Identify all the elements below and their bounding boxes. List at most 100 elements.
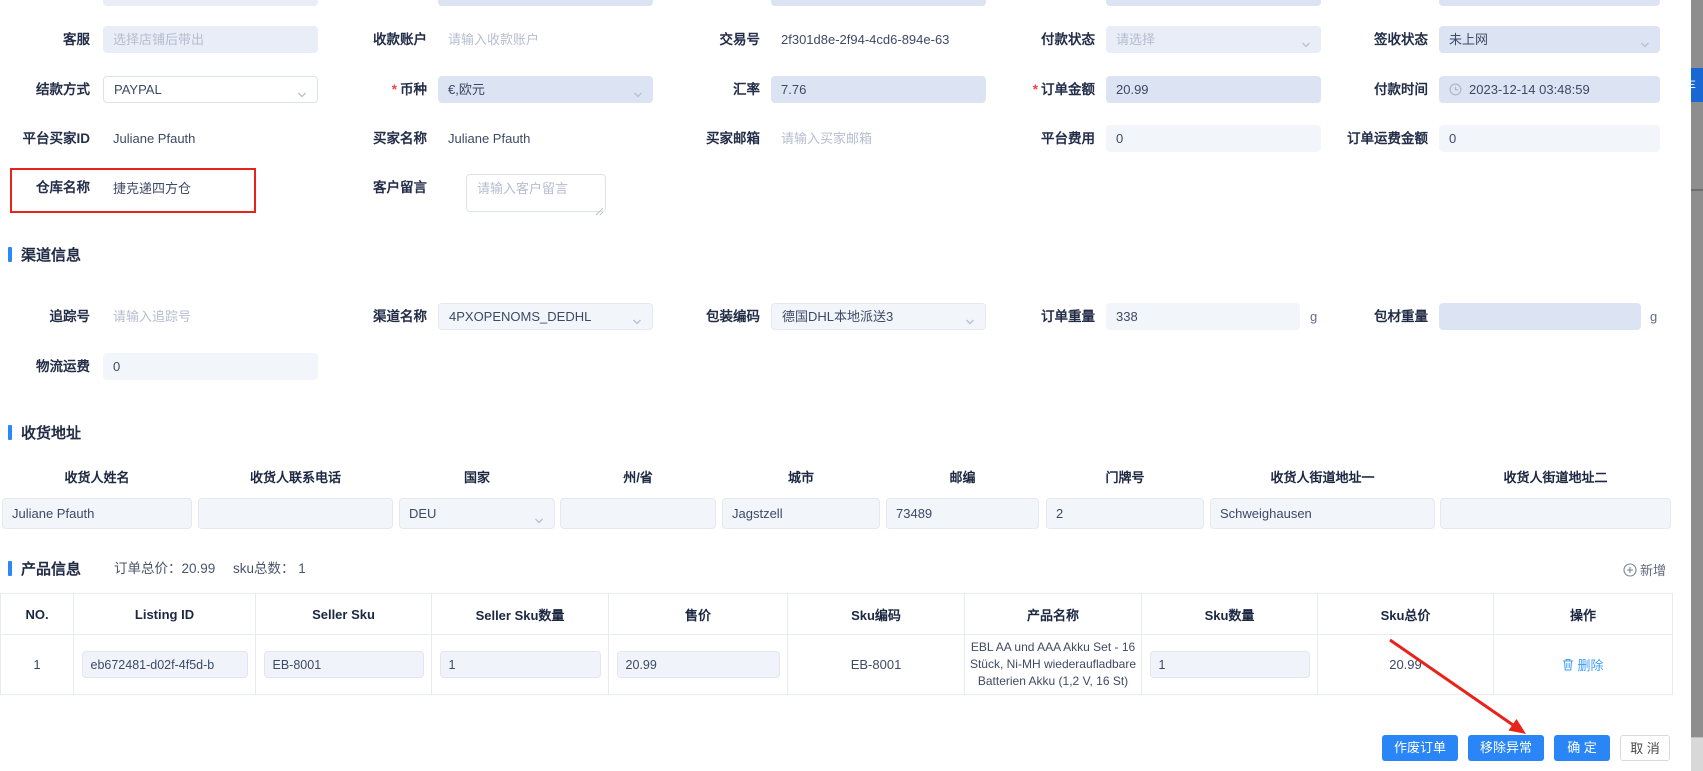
label-settlement-method: 结款方式 xyxy=(36,82,90,97)
addr-street1-input[interactable] xyxy=(1210,498,1435,529)
remove-exception-button[interactable]: 移除异常 xyxy=(1468,735,1544,761)
platform-buyer-id-input[interactable] xyxy=(103,125,318,152)
addr-name-input[interactable] xyxy=(2,498,192,529)
warehouse-name-input[interactable] xyxy=(103,174,318,201)
currency-select: €,欧元 xyxy=(438,76,653,103)
section-title: 收货地址 xyxy=(21,424,82,442)
cutoff-field-5 xyxy=(1439,0,1660,6)
addr-country-select[interactable]: DEU xyxy=(399,498,555,529)
addr-phone-input[interactable] xyxy=(198,498,393,529)
label-customer-service: 客服 xyxy=(63,32,90,47)
col-header-listing-id: Listing ID xyxy=(73,593,256,635)
addr-header-city: 城市 xyxy=(787,470,814,485)
addr-state-input[interactable] xyxy=(560,498,716,529)
sku-qty-input[interactable] xyxy=(1149,651,1310,678)
col-header-seller-sku: Seller Sku xyxy=(255,593,432,635)
confirm-button[interactable]: 确 定 xyxy=(1554,735,1610,761)
settlement-method-value: PAYPAL xyxy=(114,82,162,97)
section-title: 产品信息 xyxy=(21,560,82,578)
section-bar xyxy=(8,246,12,262)
cancel-button[interactable]: 取 消 xyxy=(1620,735,1670,761)
cutoff-field-2 xyxy=(438,0,653,6)
cell-actions: 删除 xyxy=(1493,634,1673,695)
section-shipping-address: 收货地址 xyxy=(8,424,82,442)
label-currency: * 币种 xyxy=(391,82,427,97)
chevron-down-icon xyxy=(533,508,545,537)
buyer-name-input[interactable] xyxy=(438,125,653,152)
plus-circle-icon xyxy=(1623,562,1637,577)
cell-price xyxy=(608,634,788,695)
label-order-amount: * 订单金额 xyxy=(1032,82,1095,97)
packing-weight-input xyxy=(1439,303,1641,330)
tracking-no-input[interactable] xyxy=(103,303,318,330)
addr-header-zip: 邮编 xyxy=(949,470,976,485)
seller-sku-input[interactable] xyxy=(263,651,424,678)
settlement-method-select[interactable]: PAYPAL xyxy=(103,76,318,103)
customer-message-textarea[interactable] xyxy=(466,174,606,212)
cell-sku-code: EB-8001 xyxy=(787,634,965,695)
addr-city-input[interactable] xyxy=(722,498,880,529)
col-header-sku-code: Sku编码 xyxy=(787,593,965,635)
col-header-product-name: 产品名称 xyxy=(964,593,1142,635)
clock-icon xyxy=(1449,83,1462,96)
resize-grip-icon[interactable] xyxy=(595,203,604,221)
label-channel-name: 渠道名称 xyxy=(373,309,427,324)
payment-status-placeholder: 请选择 xyxy=(1116,32,1156,47)
payment-time-value: 2023-12-14 03:48:59 xyxy=(1469,82,1590,97)
addr-header-state: 州/省 xyxy=(623,470,653,485)
label-payment-time: 付款时间 xyxy=(1374,82,1428,97)
cutoff-field-1 xyxy=(103,0,318,6)
delete-row-button[interactable]: 删除 xyxy=(1562,655,1604,674)
label-payment-status: 付款状态 xyxy=(1041,32,1095,47)
label-transaction-no: 交易号 xyxy=(719,32,761,47)
col-header-sku-total: Sku总价 xyxy=(1317,593,1494,635)
col-header-price: 售价 xyxy=(608,593,788,635)
col-header-no: NO. xyxy=(0,593,74,635)
logistics-fee-input[interactable] xyxy=(103,353,318,380)
label-packaging-code: 包装编码 xyxy=(706,309,760,324)
addr-country-value: DEU xyxy=(409,506,437,521)
chevron-down-icon xyxy=(1639,34,1651,59)
payment-time-picker: 2023-12-14 03:48:59 xyxy=(1439,76,1660,103)
order-weight-input[interactable] xyxy=(1106,303,1300,330)
label-buyer-email: 买家邮箱 xyxy=(706,131,760,146)
label-platform-fee: 平台费用 xyxy=(1041,131,1095,146)
label-exchange-rate: 汇率 xyxy=(733,82,760,97)
trash-icon xyxy=(1562,658,1574,671)
cutoff-field-4 xyxy=(1106,0,1321,6)
product-table: NO. Listing ID Seller Sku Seller Sku数量 售… xyxy=(0,593,1673,695)
payee-account-input[interactable] xyxy=(438,26,653,53)
seller-sku-qty-input[interactable] xyxy=(439,651,601,678)
channel-name-select[interactable]: 4PXOPENOMS_DEDHL xyxy=(438,303,653,330)
addr-header-street1: 收货人街道地址一 xyxy=(1270,470,1375,485)
cutoff-field-3 xyxy=(771,0,986,6)
background-blue-tab-fragment: 车 xyxy=(1691,68,1703,102)
label-logistics-fee: 物流运费 xyxy=(36,359,90,374)
listing-id-input[interactable] xyxy=(81,651,248,678)
section-channel-info: 渠道信息 xyxy=(8,246,81,264)
void-order-button[interactable]: 作废订单 xyxy=(1382,735,1458,761)
label-payee-account: 收款账户 xyxy=(373,32,427,47)
label-sign-status: 签收状态 xyxy=(1374,32,1428,47)
label-customer-message: 客户留言 xyxy=(373,180,427,195)
label-packing-weight: 包材重量 xyxy=(1374,309,1428,324)
label-warehouse-name: 仓库名称 xyxy=(36,180,90,195)
add-row-button[interactable]: 新增 xyxy=(1623,560,1666,579)
addr-header-house-no: 门牌号 xyxy=(1105,470,1145,485)
label-order-weight: 订单重量 xyxy=(1041,309,1095,324)
section-product-info: 产品信息 xyxy=(8,560,82,578)
price-input[interactable] xyxy=(616,651,780,678)
addr-header-street2: 收货人街道地址二 xyxy=(1503,470,1608,485)
label-platform-buyer-id: 平台买家ID xyxy=(22,131,91,146)
order-shipping-fee-input[interactable] xyxy=(1439,125,1660,152)
addr-header-phone: 收货人联系电话 xyxy=(249,470,341,485)
add-row-label: 新增 xyxy=(1640,563,1667,578)
addr-zip-input[interactable] xyxy=(886,498,1039,529)
addr-house-no-input[interactable] xyxy=(1046,498,1204,529)
addr-street2-input[interactable] xyxy=(1440,498,1671,529)
cell-product-name: EBL AA und AAA Akku Set - 16 Stück, Ni-M… xyxy=(964,634,1142,695)
addr-header-name: 收货人姓名 xyxy=(64,470,130,485)
order-edit-page: 客服 收款账户 交易号 付款状态 请选择 签收状态 未上网 结款方式 PAYPA… xyxy=(0,0,1703,771)
label-buyer-name: 买家名称 xyxy=(373,131,427,146)
label-order-shipping-fee: 订单运费金额 xyxy=(1347,131,1428,146)
